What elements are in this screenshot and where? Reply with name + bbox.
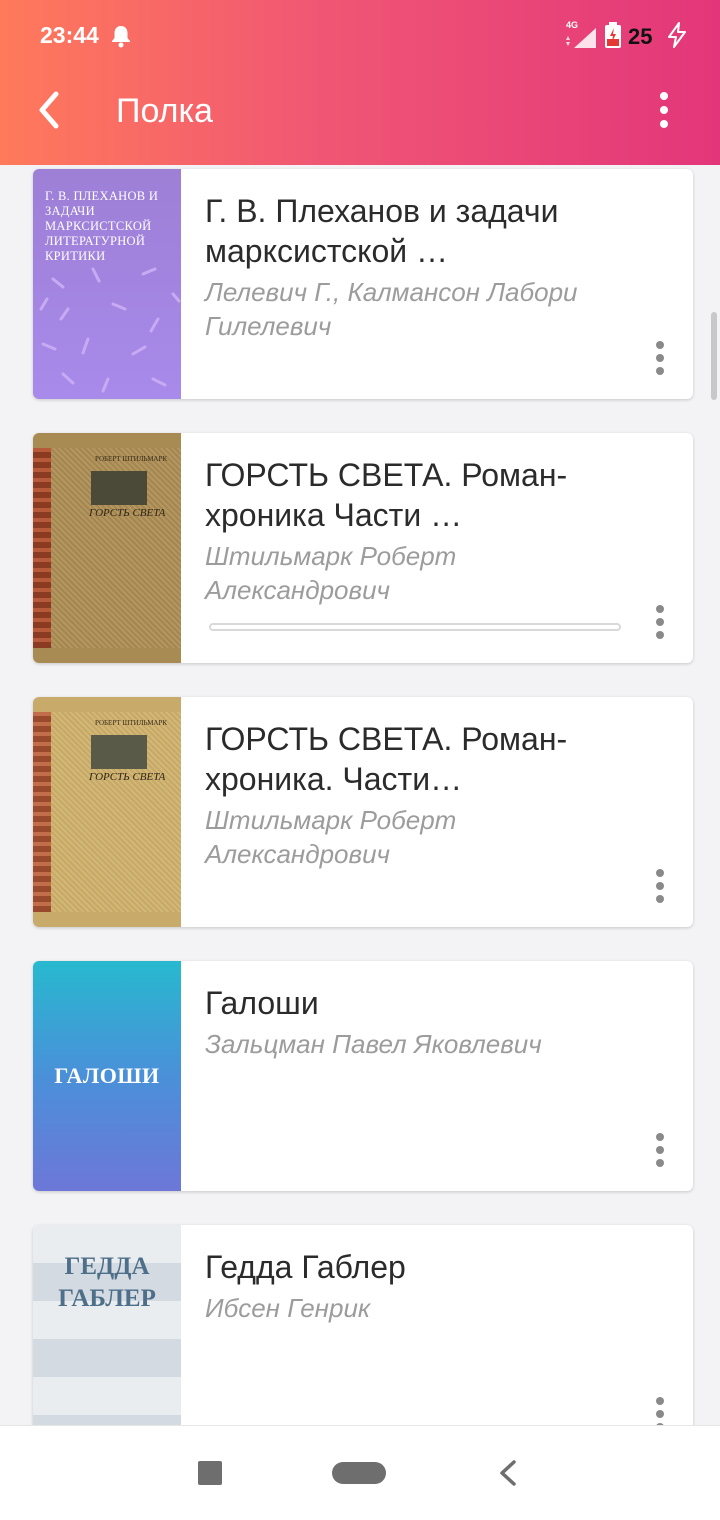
system-back-button[interactable] <box>496 1459 520 1487</box>
signal-icon <box>566 28 596 48</box>
status-time: 23:44 <box>40 22 99 48</box>
book-author: Зальцман Павел Яковлевич <box>205 1029 542 1059</box>
cover-title: ГОРСТЬ СВЕТА <box>89 507 166 519</box>
home-button[interactable] <box>332 1462 386 1484</box>
book-title: ГОРСТЬ СВЕТА. Роман-хроника Части … <box>205 457 568 533</box>
cover-image <box>91 471 147 505</box>
book-author: Ибсен Генрик <box>205 1293 371 1323</box>
cover-title: ГЕДДА ГАБЛЕР <box>58 1253 156 1312</box>
notification-bell-icon <box>112 26 130 48</box>
item-more-button[interactable] <box>653 605 667 645</box>
book-card[interactable]: РОБЕРТ ШТИЛЬМАРК ГОРСТЬ СВЕТА ГОРСТЬ СВЕ… <box>33 697 693 927</box>
book-cover[interactable]: РОБЕРТ ШТИЛЬМАРК ГОРСТЬ СВЕТА <box>33 697 181 927</box>
back-button[interactable] <box>28 88 72 132</box>
item-more-button[interactable] <box>653 1133 667 1173</box>
book-title: Гедда Габлер <box>205 1249 406 1285</box>
book-card[interactable]: РОБЕРТ ШТИЛЬМАРК ГОРСТЬ СВЕТА ГОРСТЬ СВЕ… <box>33 433 693 663</box>
cover-spine <box>33 712 51 912</box>
cover-title: ГАЛОШИ <box>54 1063 160 1088</box>
cover-image <box>91 735 147 769</box>
book-card[interactable]: ГАЛОШИ Галоши Зальцман Павел Яковлевич <box>33 961 693 1191</box>
system-nav-bar <box>0 1425 720 1520</box>
app-bar: 23:44 4G 25 Полка <box>0 0 720 165</box>
more-vert-icon <box>656 1133 664 1141</box>
book-cover[interactable]: РОБЕРТ ШТИЛЬМАРК ГОРСТЬ СВЕТА <box>33 433 181 663</box>
status-bar: 23:44 4G 25 <box>0 0 720 70</box>
book-list[interactable]: Г. В. ПЛЕХАНОВ И ЗАДАЧИ МАРКСИСТСКОЙ ЛИТ… <box>0 165 720 1425</box>
book-cover[interactable]: Г. В. ПЛЕХАНОВ И ЗАДАЧИ МАРКСИСТСКОЙ ЛИТ… <box>33 169 181 399</box>
book-cover[interactable]: ГЕДДА ГАБЛЕР <box>33 1225 181 1425</box>
more-vert-icon <box>656 605 664 613</box>
cover-title: Г. В. ПЛЕХАНОВ И ЗАДАЧИ МАРКСИСТСКОЙ ЛИТ… <box>45 189 159 263</box>
item-more-button[interactable] <box>653 1397 667 1425</box>
battery-level: 25 <box>628 24 653 49</box>
book-card[interactable]: Г. В. ПЛЕХАНОВ И ЗАДАЧИ МАРКСИСТСКОЙ ЛИТ… <box>33 169 693 399</box>
item-more-button[interactable] <box>653 341 667 381</box>
cover-author: РОБЕРТ ШТИЛЬМАРК <box>95 719 168 727</box>
cover-author: РОБЕРТ ШТИЛЬМАРК <box>95 455 168 463</box>
charging-bolt-icon <box>668 22 686 48</box>
item-more-button[interactable] <box>653 869 667 909</box>
recents-button[interactable] <box>198 1461 222 1485</box>
book-author: Штильмарк Роберт Александрович <box>205 541 457 605</box>
more-vert-icon <box>656 869 664 877</box>
battery-icon <box>605 22 621 48</box>
more-vert-icon <box>660 92 668 100</box>
book-author: Штильмарк Роберт Александрович <box>205 805 457 869</box>
more-vert-icon <box>656 1397 664 1405</box>
cover-spine <box>33 448 51 648</box>
book-author: Лелевич Г., Калмансон Лабори Гилелевич <box>205 277 578 341</box>
book-title: Г. В. Плеханов и задачи марксистской … <box>205 193 559 269</box>
book-title: Галоши <box>205 985 319 1021</box>
more-options-button[interactable] <box>650 88 678 132</box>
page-title: Полка <box>116 92 213 130</box>
book-cover[interactable]: ГАЛОШИ <box>33 961 181 1191</box>
book-title: ГОРСТЬ СВЕТА. Роман-хроника. Части… <box>205 721 568 797</box>
book-card[interactable]: ГЕДДА ГАБЛЕР Гедда Габлер Ибсен Генрик <box>33 1225 693 1425</box>
cover-title: ГОРСТЬ СВЕТА <box>89 771 166 783</box>
reading-progress-bar <box>209 623 621 631</box>
more-vert-icon <box>656 341 664 349</box>
scrollbar[interactable] <box>711 312 717 400</box>
